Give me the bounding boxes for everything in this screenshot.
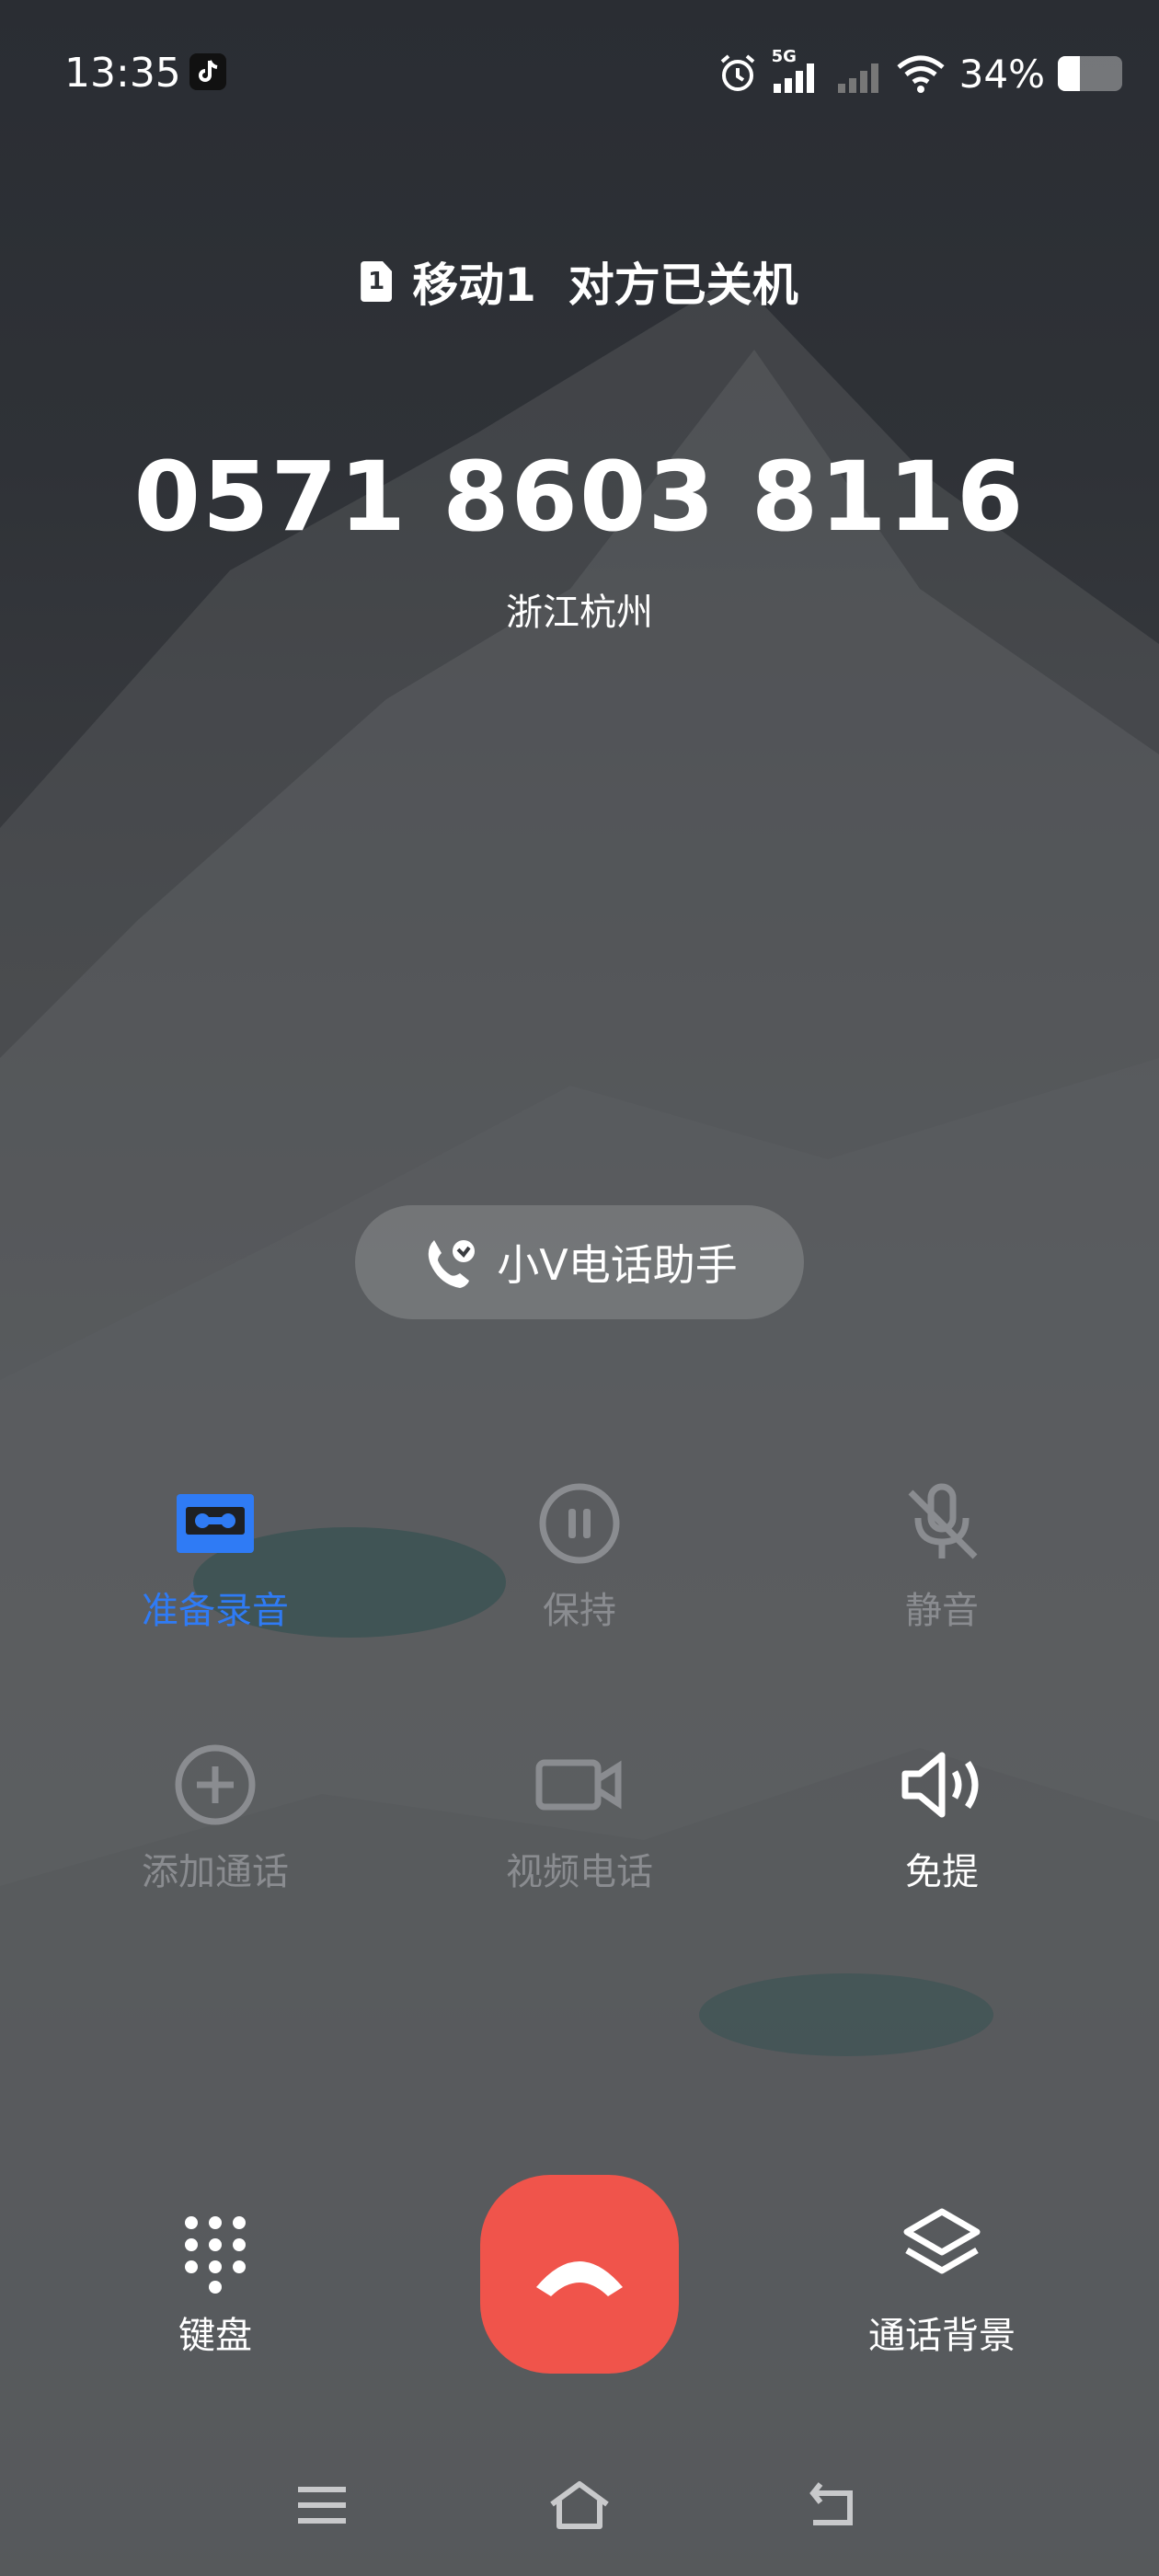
add-call-button[interactable]: 添加通话 [96, 1739, 335, 1895]
speaker-icon [901, 1752, 979, 1818]
speaker-label: 免提 [905, 1851, 979, 1893]
cellular-signal-sim2-icon [837, 63, 878, 93]
call-background-label: 通话背景 [868, 2315, 1016, 2357]
layers-icon [903, 2208, 981, 2274]
add-call-label: 添加通话 [142, 1851, 289, 1893]
call-background-button[interactable]: 通话背景 [822, 2202, 1061, 2359]
video-call-button[interactable]: 视频电话 [460, 1739, 699, 1895]
status-bar: 13:35 5G 34% [0, 0, 1159, 138]
end-call-icon [536, 2261, 623, 2296]
call-screen: 13:35 5G 34% 1 移动1 对方已关机 0571 8603 8116 … [0, 0, 1159, 2576]
sim-status-line: 1 移动1 对方已关机 [0, 248, 1159, 315]
keypad-icon [185, 2216, 246, 2294]
hold-button[interactable]: 保持 [460, 1478, 699, 1634]
assistant-label: 小V电话助手 [497, 1240, 738, 1290]
speaker-button[interactable]: 免提 [822, 1739, 1061, 1895]
record-label: 准备录音 [142, 1590, 289, 1632]
video-camera-icon [535, 1759, 622, 1811]
record-button[interactable]: 准备录音 [96, 1478, 335, 1634]
video-call-label: 视频电话 [506, 1851, 653, 1893]
keypad-label: 键盘 [178, 2315, 252, 2357]
caller-location: 浙江杭州 [506, 592, 653, 634]
menu-nav-icon[interactable] [285, 2473, 359, 2537]
tiktok-notification-icon [189, 53, 226, 90]
add-circle-icon [175, 1744, 256, 1825]
status-time: 13:35 [64, 50, 181, 97]
battery-percent: 34% [958, 51, 1045, 97]
pause-icon [539, 1483, 620, 1564]
hang-up-button[interactable] [480, 2175, 679, 2374]
mute-label: 静音 [905, 1590, 979, 1632]
battery-fill [1058, 56, 1080, 91]
home-nav-icon[interactable] [543, 2473, 616, 2537]
record-tape-icon [177, 1494, 254, 1553]
hold-label: 保持 [543, 1590, 616, 1632]
back-nav-icon[interactable] [800, 2473, 874, 2537]
mute-button[interactable]: 静音 [822, 1478, 1061, 1634]
microphone-off-icon [908, 1483, 978, 1559]
phone-number: 0571 8603 8116 [133, 441, 1026, 553]
keypad-button[interactable]: 键盘 [96, 2202, 335, 2359]
call-status-text: 移动1 对方已关机 [412, 259, 798, 312]
assistant-phone-icon [429, 1240, 476, 1288]
wifi-icon [897, 55, 945, 93]
system-nav-bar [0, 2466, 1159, 2548]
alarm-icon [720, 54, 754, 91]
sim-card-icon: 1 [361, 261, 393, 302]
call-assistant-button[interactable]: 小V电话助手 [355, 1205, 804, 1319]
status-indicators: 5G 34% [717, 44, 1122, 103]
battery-icon [1058, 56, 1122, 91]
cellular-signal-5g-icon: 5G [772, 47, 823, 95]
